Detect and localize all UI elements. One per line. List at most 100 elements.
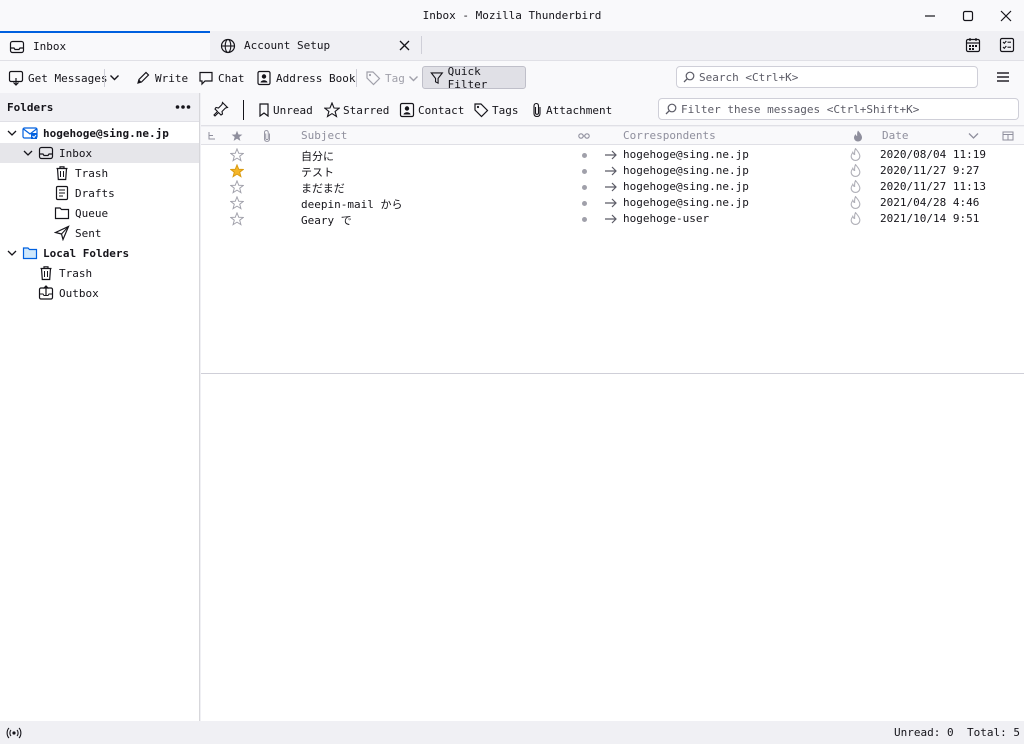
junk-status-icon[interactable]: [850, 180, 861, 193]
table-row[interactable]: deepin-mail から hogehoge@sing.ne.jp 2021/04…: [201, 195, 1024, 211]
search-placeholder: Search <Ctrl+K>: [699, 70, 799, 84]
table-row[interactable]: Geary で hogehoge-user 2021/10/14 9:51: [201, 211, 1024, 227]
message-date: 2021/04/28 4:46: [880, 196, 980, 209]
tag-label: Tag: [385, 71, 405, 85]
arrow-right-icon: [605, 182, 617, 192]
tab-bar: Inbox Account Setup: [0, 31, 1024, 60]
message-date: 2020/08/04 11:19: [880, 148, 986, 161]
folder-label: Sent: [75, 226, 102, 240]
get-messages-button[interactable]: Get Messages: [8, 67, 107, 89]
chat-label: Chat: [218, 71, 245, 85]
junk-status-icon[interactable]: [850, 196, 861, 209]
outbox-icon: [38, 285, 54, 300]
arrow-right-icon: [605, 214, 617, 224]
column-correspondents[interactable]: Correspondents: [623, 129, 716, 142]
column-picker-icon[interactable]: [1002, 130, 1014, 142]
filter-attachment-button[interactable]: Attachment: [531, 101, 612, 119]
filter-contact-button[interactable]: Contact: [399, 101, 464, 119]
thread-column-icon[interactable]: [207, 131, 217, 141]
tag-icon: [366, 71, 381, 86]
window-title: Inbox - Mozilla Thunderbird: [422, 9, 602, 22]
close-window-icon[interactable]: [996, 6, 1016, 26]
folder-label: Drafts: [75, 186, 115, 200]
folder-account[interactable]: hogehoge@sing.ne.jp: [0, 123, 199, 143]
star-icon[interactable]: [230, 212, 244, 226]
folder-icon: [54, 207, 70, 220]
folder-local-trash[interactable]: Trash: [0, 263, 199, 283]
maximize-icon[interactable]: [958, 6, 978, 26]
filter-tags-button[interactable]: Tags: [473, 101, 519, 119]
star-icon[interactable]: [230, 196, 244, 210]
chevron-down-icon[interactable]: [6, 127, 18, 139]
table-row[interactable]: 自分に hogehoge@sing.ne.jp 2020/08/04 11:19: [201, 147, 1024, 163]
message-date: 2020/11/27 9:27: [880, 164, 980, 177]
global-search-input[interactable]: Search <Ctrl+K>: [676, 66, 978, 88]
tag-button[interactable]: Tag: [365, 67, 423, 89]
chevron-down-icon[interactable]: [109, 72, 120, 83]
arrow-right-icon: [605, 150, 617, 160]
message-correspondent: hogehoge@sing.ne.jp: [623, 180, 749, 193]
folder-outbox[interactable]: Outbox: [0, 283, 199, 303]
more-options-icon[interactable]: [175, 104, 191, 110]
attachment-column-icon[interactable]: [262, 129, 272, 143]
online-status-icon[interactable]: [6, 727, 22, 739]
arrow-right-icon: [605, 198, 617, 208]
chevron-down-icon[interactable]: [6, 247, 18, 259]
folder-label: Queue: [75, 206, 109, 220]
read-status-dot[interactable]: [582, 185, 587, 190]
address-book-icon: [257, 70, 271, 86]
table-row[interactable]: テスト hogehoge@sing.ne.jp 2020/11/27 9:27: [201, 163, 1024, 179]
write-button[interactable]: Write: [135, 67, 188, 89]
filter-divider: [243, 100, 244, 120]
folder-inbox[interactable]: Inbox: [0, 143, 199, 163]
star-icon[interactable]: [230, 180, 244, 194]
tab-account-setup[interactable]: Account Setup: [211, 31, 421, 60]
write-label: Write: [155, 71, 189, 85]
folder-local-folders[interactable]: Local Folders: [0, 243, 199, 263]
read-status-dot[interactable]: [582, 217, 587, 222]
folder-pane: Folders hogehoge@sing.ne.jp Inbox Trash …: [0, 93, 200, 721]
folder-trash[interactable]: Trash: [0, 163, 199, 183]
column-date[interactable]: Date: [882, 129, 909, 142]
folder-sent[interactable]: Sent: [0, 223, 199, 243]
tasks-icon[interactable]: [999, 37, 1015, 53]
star-filled-icon[interactable]: [230, 164, 244, 178]
pin-icon[interactable]: [213, 101, 229, 117]
folder-queue[interactable]: Queue: [0, 203, 199, 223]
read-status-dot[interactable]: [582, 169, 587, 174]
quick-filter-button[interactable]: Quick Filter: [422, 65, 526, 91]
title-bar: Inbox - Mozilla Thunderbird: [0, 0, 1024, 31]
pencil-icon: [137, 71, 150, 84]
address-book-button[interactable]: Address Book: [256, 67, 355, 89]
message-subject: deepin-mail から: [301, 198, 403, 211]
chevron-down-icon[interactable]: [22, 147, 34, 159]
filter-unread-button[interactable]: Unread: [258, 101, 313, 119]
paperclip-icon: [533, 102, 541, 118]
sort-descending-icon[interactable]: [968, 132, 979, 140]
tab-inbox[interactable]: Inbox: [0, 31, 210, 60]
filter-messages-input[interactable]: Filter these messages <Ctrl+Shift+K>: [658, 98, 1019, 120]
minimize-icon[interactable]: [920, 6, 940, 26]
download-icon: [8, 70, 24, 86]
junk-status-icon[interactable]: [850, 148, 861, 161]
calendar-icon[interactable]: [965, 37, 981, 53]
filter-starred-button[interactable]: Starred: [324, 101, 389, 119]
junk-status-icon[interactable]: [850, 164, 861, 177]
chat-button[interactable]: Chat: [198, 67, 245, 89]
message-date: 2020/11/27 11:13: [880, 180, 986, 193]
read-status-column-icon[interactable]: [578, 132, 590, 140]
read-status-dot[interactable]: [582, 153, 587, 158]
close-tab-icon[interactable]: [399, 40, 410, 51]
star-column-icon[interactable]: [231, 130, 243, 142]
folder-drafts[interactable]: Drafts: [0, 183, 199, 203]
junk-status-icon[interactable]: [850, 212, 861, 225]
send-icon: [54, 225, 70, 241]
message-correspondent: hogehoge-user: [623, 212, 710, 225]
table-row[interactable]: まだまだ hogehoge@sing.ne.jp 2020/11/27 11:13: [201, 179, 1024, 195]
junk-column-icon[interactable]: [853, 130, 863, 142]
column-subject[interactable]: Subject: [301, 129, 347, 142]
star-icon[interactable]: [230, 148, 244, 162]
hamburger-menu-icon[interactable]: [996, 70, 1010, 84]
read-status-dot[interactable]: [582, 201, 587, 206]
filter-contact-label: Contact: [418, 103, 465, 117]
